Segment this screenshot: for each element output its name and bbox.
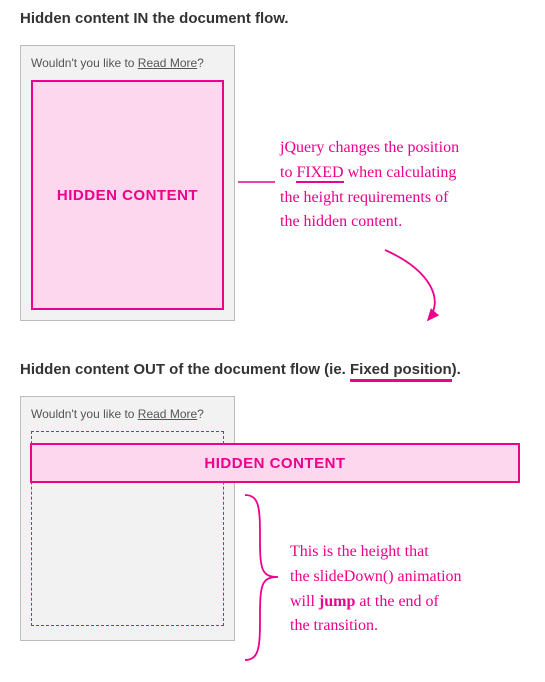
- section1-heading-em: IN: [133, 10, 148, 27]
- annotation-note-1: jQuery changes the position to FIXED whe…: [280, 136, 520, 235]
- note2-line1: This is the height that: [290, 540, 525, 565]
- hidden-content-fixed: HIDDEN CONTENT: [30, 443, 520, 483]
- note1-line3: the height requirements of: [280, 186, 520, 211]
- note1-l2-pre: to: [280, 164, 296, 181]
- note2-line2: the slideDown() animation: [290, 565, 525, 590]
- annotation-note-2: This is the height that the slideDown() …: [290, 540, 525, 639]
- section2-heading: Hidden content OUT of the document flow …: [20, 361, 525, 378]
- prompt-post: ?: [197, 56, 204, 70]
- curly-brace-icon: [245, 495, 278, 660]
- note2-l3-pre: will: [290, 593, 319, 610]
- section1-heading-post: the document flow.: [148, 10, 288, 27]
- curved-arrow-icon: [385, 250, 435, 320]
- prompt-pre-2: Wouldn't you like to: [31, 407, 138, 421]
- prompt-post-2: ?: [197, 407, 204, 421]
- section2-heading-underlined: Fixed position: [350, 361, 452, 382]
- hidden-content-label-2: HIDDEN CONTENT: [204, 455, 345, 472]
- hidden-content-label-1: HIDDEN CONTENT: [57, 187, 198, 204]
- section2-heading-post: ).: [452, 361, 461, 378]
- section2-heading-em: OUT: [133, 361, 165, 378]
- prompt-text-1: Wouldn't you like to Read More?: [31, 56, 224, 70]
- note1-l2-em: FIXED: [296, 164, 343, 183]
- panel-out-of-flow: Wouldn't you like to Read More?: [20, 396, 235, 641]
- section2-heading-underlined-text: Fixed position: [350, 361, 452, 378]
- section2-heading-mid: of the document flow (ie.: [165, 361, 350, 378]
- prompt-text-2: Wouldn't you like to Read More?: [31, 407, 224, 421]
- hidden-content-in-flow: HIDDEN CONTENT: [31, 80, 224, 310]
- section1-heading-pre: Hidden content: [20, 10, 133, 27]
- read-more-link-2[interactable]: Read More: [138, 407, 197, 421]
- note2-l3-post: at the end of: [355, 593, 439, 610]
- note2-line4: the transition.: [290, 614, 525, 639]
- note2-line3: will jump at the end of: [290, 590, 525, 615]
- note1-l2-post: when calculating: [344, 164, 457, 181]
- read-more-link[interactable]: Read More: [138, 56, 197, 70]
- prompt-pre: Wouldn't you like to: [31, 56, 138, 70]
- note1-line2: to FIXED when calculating: [280, 161, 520, 186]
- note1-line1: jQuery changes the position: [280, 136, 520, 161]
- note1-line4: the hidden content.: [280, 210, 520, 235]
- note2-l3-em: jump: [319, 593, 355, 610]
- section2-heading-pre: Hidden content: [20, 361, 133, 378]
- panel-in-flow: Wouldn't you like to Read More? HIDDEN C…: [20, 45, 235, 321]
- section1-heading: Hidden content IN the document flow.: [20, 10, 525, 27]
